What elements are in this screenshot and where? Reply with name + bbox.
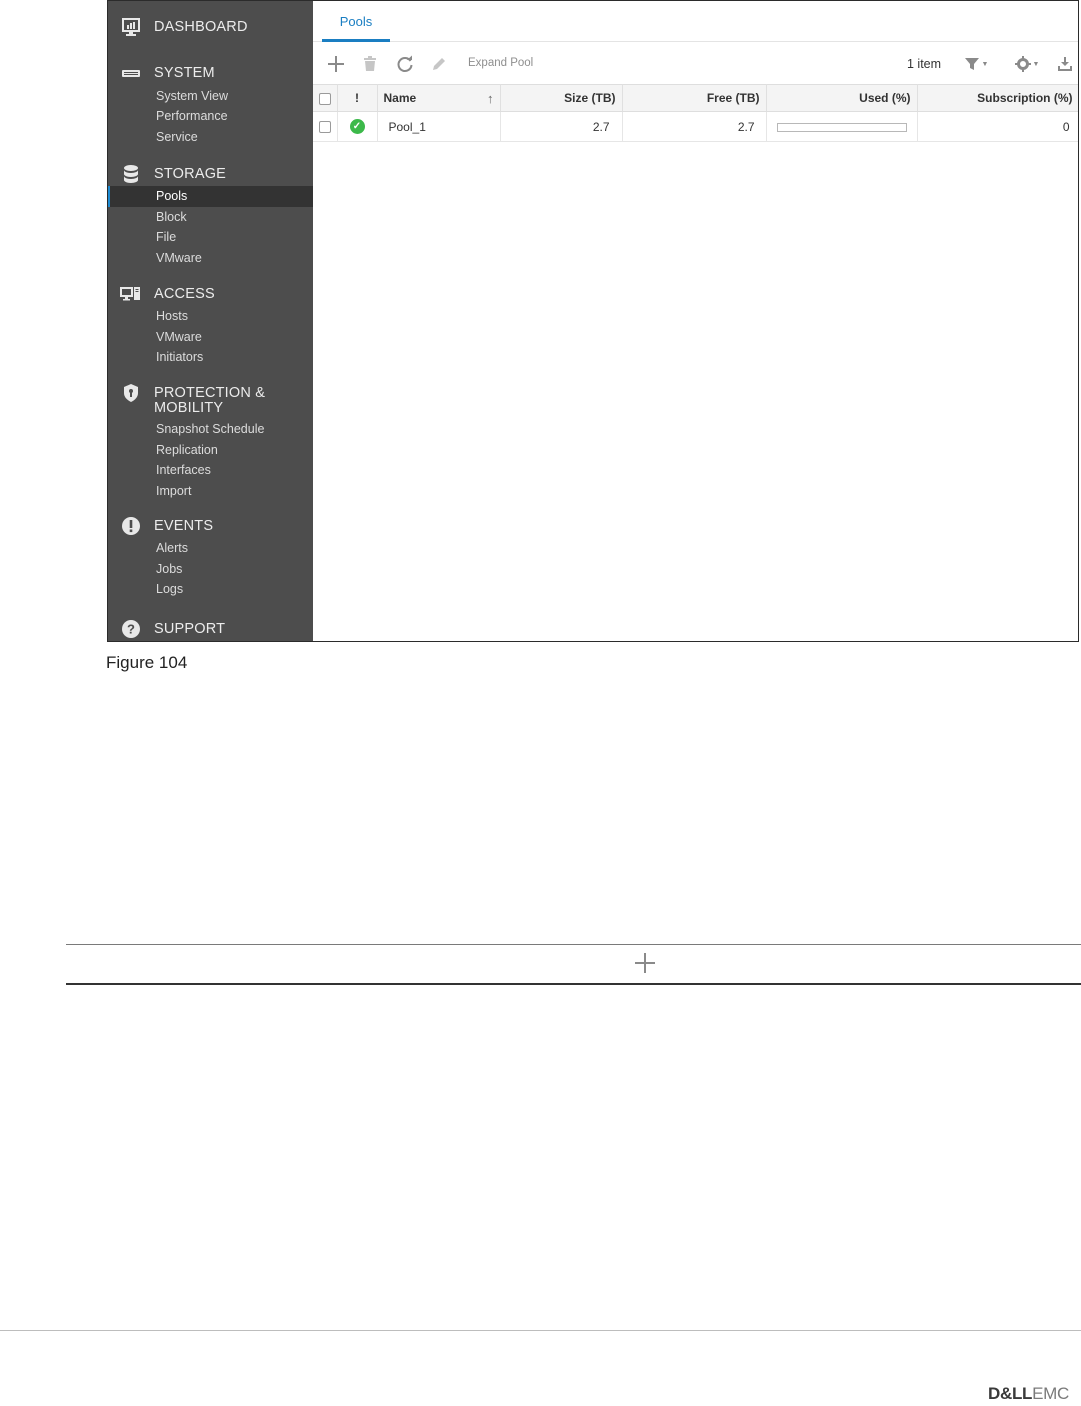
sidebar-item-system-view[interactable]: System View xyxy=(108,86,313,107)
refresh-icon[interactable] xyxy=(394,53,416,75)
sidebar-item-import[interactable]: Import xyxy=(108,481,313,502)
sidebar-section-title: SYSTEM xyxy=(154,65,215,81)
dashboard-icon xyxy=(120,16,142,38)
sidebar-section-access: ACCESS Hosts VMware Initiators xyxy=(108,282,313,368)
dell-emc-logo: D&LLEMC xyxy=(988,1384,1069,1404)
column-header-label: Name xyxy=(383,90,417,105)
pool-free: 2.7 xyxy=(622,111,767,142)
column-header-used[interactable]: Used (%) xyxy=(766,84,918,112)
pools-table: ! Name ↑ Size (TB) Free (TB) Used (%) Sub… xyxy=(313,84,1078,142)
sort-ascending-icon: ↑ xyxy=(487,90,494,106)
sidebar-section-title: ACCESS xyxy=(154,286,215,302)
sidebar-item-jobs[interactable]: Jobs xyxy=(108,559,313,580)
logo-bold-text: D&LL xyxy=(988,1384,1033,1403)
sidebar-section-header[interactable]: PROTECTION & MOBILITY xyxy=(108,381,313,419)
sidebar-section-support[interactable]: ? SUPPORT xyxy=(108,617,313,641)
unisphere-screenshot: DASHBOARD SYSTEM System View Performance… xyxy=(107,0,1079,642)
column-header-size[interactable]: Size (TB) xyxy=(500,84,623,112)
sidebar-item-interfaces[interactable]: Interfaces xyxy=(108,460,313,481)
column-header-free[interactable]: Free (TB) xyxy=(622,84,767,112)
sidebar-item-snapshot-schedule[interactable]: Snapshot Schedule xyxy=(108,419,313,440)
sidebar-section-title: PROTECTION & xyxy=(154,385,266,401)
sidebar-item-performance[interactable]: Performance xyxy=(108,106,313,127)
shield-icon xyxy=(120,382,142,404)
sidebar-section-header[interactable]: STORAGE xyxy=(108,162,313,186)
expand-pool-button[interactable]: Expand Pool xyxy=(468,57,533,69)
logo-light-text: EMC xyxy=(1032,1384,1070,1403)
figure-caption: Figure 104 xyxy=(106,653,188,672)
sidebar-section-protection: PROTECTION & MOBILITY Snapshot Schedule … xyxy=(108,381,313,502)
pool-subscription: 0 xyxy=(917,111,1078,142)
events-icon xyxy=(120,515,142,537)
footer-divider xyxy=(0,1330,1081,1331)
add-icon[interactable] xyxy=(325,53,347,75)
row-checkbox[interactable] xyxy=(313,111,338,142)
pool-name[interactable]: Pool_1 xyxy=(377,111,501,142)
sidebar-section-title: DASHBOARD xyxy=(154,19,248,35)
filter-icon[interactable]: ▼ xyxy=(959,53,993,75)
sidebar-item-block[interactable]: Block xyxy=(108,207,313,228)
sidebar-section-dashboard[interactable]: DASHBOARD xyxy=(108,15,313,39)
sidebar-item-vmware[interactable]: VMware xyxy=(108,327,313,348)
sidebar-section-title: STORAGE xyxy=(154,166,227,182)
column-header-subscription[interactable]: Subscription (%) xyxy=(917,84,1078,112)
tab-pools[interactable]: Pools xyxy=(322,1,390,42)
sidebar-section-header[interactable]: ACCESS xyxy=(108,282,313,306)
access-icon xyxy=(120,283,142,305)
sidebar-section-header[interactable]: SYSTEM xyxy=(108,61,313,85)
select-all-checkbox[interactable] xyxy=(313,84,338,112)
table-header-row: ! Name ↑ Size (TB) Free (TB) Used (%) Sub… xyxy=(313,84,1078,112)
tab-bar: Pools xyxy=(313,1,1078,42)
delete-icon[interactable] xyxy=(359,53,381,75)
edit-icon[interactable] xyxy=(428,53,450,75)
sidebar-section-header[interactable]: EVENTS xyxy=(108,514,313,538)
sidebar-item-replication[interactable]: Replication xyxy=(108,440,313,461)
column-header-name[interactable]: Name ↑ xyxy=(377,84,501,112)
storage-icon xyxy=(120,163,142,185)
main-panel: Pools Expand Pool 1 item ▼ ▼ ! Name ↑ Si… xyxy=(313,1,1078,641)
settings-icon[interactable]: ▼ xyxy=(1010,53,1044,75)
divider xyxy=(66,983,1081,985)
table-row[interactable]: ✓ Pool_1 2.7 2.7 0 xyxy=(313,111,1078,142)
column-header-status[interactable]: ! xyxy=(337,84,378,112)
item-count: 1 item xyxy=(907,57,942,71)
sidebar-item-service[interactable]: Service xyxy=(108,127,313,148)
sidebar-section-title: EVENTS xyxy=(154,518,214,534)
sidebar-item-initiators[interactable]: Initiators xyxy=(108,347,313,368)
sidebar-item-vmware[interactable]: VMware xyxy=(108,248,313,269)
sidebar-item-pools[interactable]: Pools xyxy=(108,186,313,207)
pool-used-bar xyxy=(766,111,918,142)
svg-text:?: ? xyxy=(127,622,135,637)
export-icon[interactable] xyxy=(1054,53,1076,75)
sidebar-section-title: SUPPORT xyxy=(154,621,226,637)
sidebar-item-hosts[interactable]: Hosts xyxy=(108,306,313,327)
status-ok-icon: ✓ xyxy=(337,111,378,142)
sidebar-item-file[interactable]: File xyxy=(108,227,313,248)
help-icon: ? xyxy=(120,618,142,640)
sidebar-section-system: SYSTEM System View Performance Service xyxy=(108,61,313,148)
pool-size: 2.7 xyxy=(500,111,623,142)
sidebar: DASHBOARD SYSTEM System View Performance… xyxy=(108,1,313,641)
sidebar-item-logs[interactable]: Logs xyxy=(108,579,313,600)
sidebar-item-alerts[interactable]: Alerts xyxy=(108,538,313,559)
sidebar-section-title-line2: MOBILITY xyxy=(154,400,224,416)
sidebar-section-storage: STORAGE Pools Block File VMware xyxy=(108,162,313,269)
toolbar: Expand Pool 1 item ▼ ▼ xyxy=(313,45,1078,83)
expand-plus-icon[interactable] xyxy=(633,951,657,975)
system-icon xyxy=(120,62,142,84)
divider xyxy=(66,944,1081,945)
sidebar-section-events: EVENTS Alerts Jobs Logs xyxy=(108,514,313,600)
